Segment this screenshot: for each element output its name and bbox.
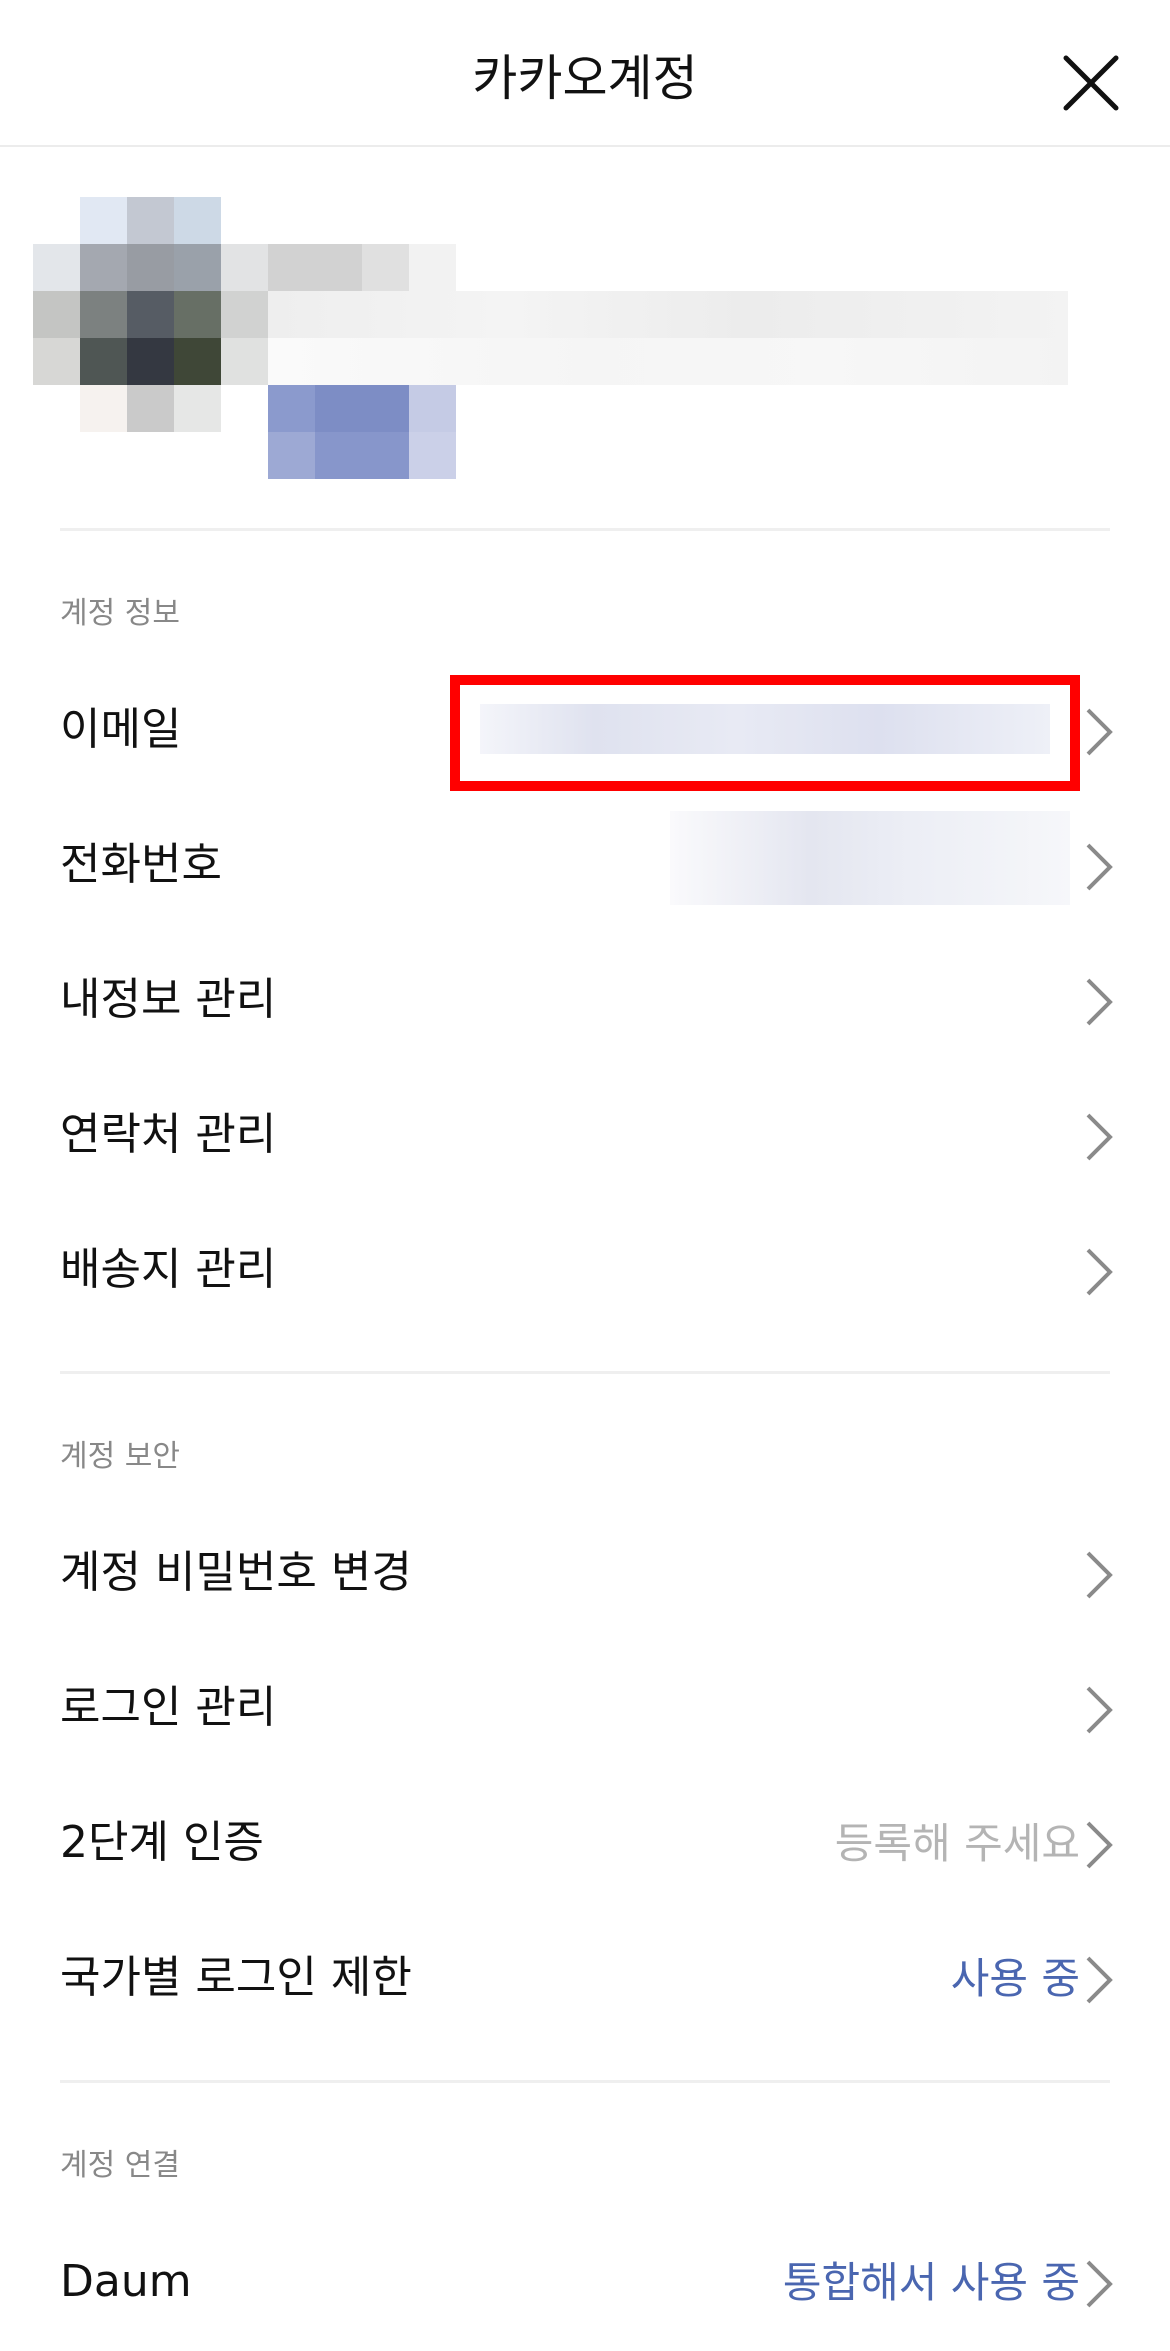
chevron-right-icon	[1086, 843, 1113, 891]
chevron-right-icon	[1086, 1821, 1113, 1869]
row-label: 배송지 관리	[60, 1244, 277, 1295]
row-label: 국가별 로그인 제한	[60, 1952, 412, 2003]
row-label: 계정 비밀번호 변경	[60, 1547, 412, 1598]
row-label: 2단계 인증	[60, 1817, 264, 1868]
daum-link-status: 통합해서 사용 중	[782, 2258, 1080, 2307]
row-shipping[interactable]: 배송지 관리	[0, 1204, 1170, 1339]
row-daum[interactable]: Daum 통합해서 사용 중	[0, 2216, 1170, 2351]
chevron-right-icon	[1086, 708, 1113, 756]
row-label: 로그인 관리	[60, 1682, 277, 1733]
chevron-right-icon	[1086, 1113, 1113, 1161]
row-country-login-restriction[interactable]: 국가별 로그인 제한 사용 중	[0, 1912, 1170, 2047]
divider	[60, 528, 1110, 531]
row-my-info[interactable]: 내정보 관리	[0, 934, 1170, 1069]
profile-card	[33, 197, 1073, 487]
section-label-account-security: 계정 보안	[60, 1439, 180, 1474]
row-contacts[interactable]: 연락처 관리	[0, 1069, 1170, 1204]
chevron-right-icon	[1086, 1248, 1113, 1296]
highlight-box	[450, 675, 1080, 791]
row-two-step-auth[interactable]: 2단계 인증 등록해 주세요	[0, 1777, 1170, 1912]
page-title: 카카오계정	[472, 50, 698, 107]
close-button[interactable]	[1058, 50, 1124, 116]
close-icon	[1063, 55, 1119, 111]
phone-value-redacted	[670, 811, 1070, 905]
row-login-management[interactable]: 로그인 관리	[0, 1642, 1170, 1777]
header-bar: 카카오계정	[0, 0, 1170, 147]
section-label-account-link: 계정 연결	[60, 2148, 180, 2183]
chevron-right-icon	[1086, 2260, 1113, 2308]
row-phone[interactable]: 전화번호	[0, 799, 1170, 934]
divider	[60, 1371, 1110, 1374]
divider	[60, 2080, 1110, 2083]
chevron-right-icon	[1086, 978, 1113, 1026]
country-restriction-status: 사용 중	[950, 1954, 1080, 2003]
row-label: 전화번호	[60, 839, 222, 890]
chevron-right-icon	[1086, 1686, 1113, 1734]
row-label: Daum	[60, 2256, 192, 2307]
chevron-right-icon	[1086, 1956, 1113, 2004]
row-label: 내정보 관리	[60, 974, 277, 1025]
chevron-right-icon	[1086, 1551, 1113, 1599]
row-change-password[interactable]: 계정 비밀번호 변경	[0, 1507, 1170, 1642]
row-label: 연락처 관리	[60, 1109, 277, 1160]
section-label-account-info: 계정 정보	[60, 596, 180, 631]
two-step-status: 등록해 주세요	[834, 1819, 1080, 1868]
row-label: 이메일	[60, 704, 182, 755]
